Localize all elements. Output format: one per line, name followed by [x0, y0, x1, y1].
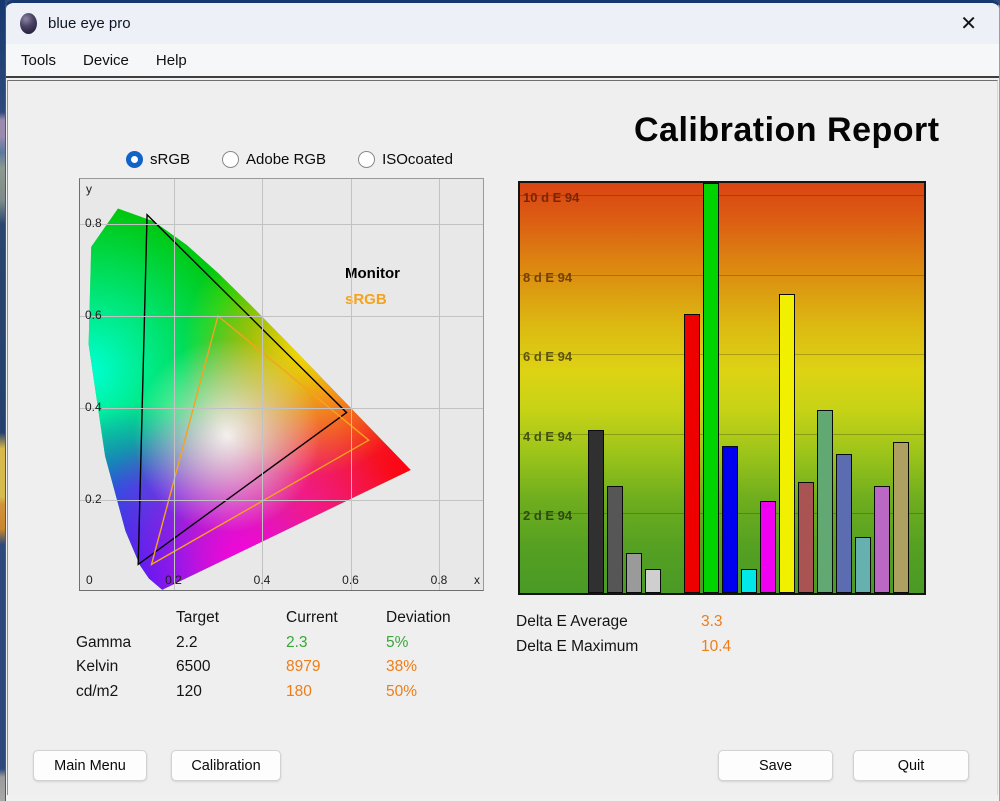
- radio-srgb[interactable]: sRGB: [126, 151, 190, 168]
- stats-row-label: cd/m2: [76, 683, 176, 701]
- menubar: Tools Device Help: [6, 44, 999, 78]
- cie-gridline-y: [80, 408, 483, 409]
- bar-patch-5: [684, 314, 700, 593]
- bar-patch-16: [893, 442, 909, 593]
- stats-target-value: 2.2: [176, 634, 286, 652]
- menu-item-help[interactable]: Help: [156, 52, 187, 69]
- close-icon[interactable]: ✕: [952, 12, 985, 36]
- stats-row-label: Gamma: [76, 634, 176, 652]
- cie-y-tick-label: 0.2: [85, 492, 102, 506]
- cie-horseshoe-graphic: [85, 178, 484, 591]
- stats-current-value: 180: [286, 683, 386, 701]
- bar-chart-gridline: [520, 354, 924, 355]
- radio-label: sRGB: [150, 151, 190, 168]
- bar-patch-14: [855, 537, 871, 593]
- cie-gridline-x: [174, 179, 175, 590]
- bar-patch-13: [836, 454, 852, 593]
- cie-chromaticity-diagram: Monitor sRGB 0 0.2 0.4 0.6 0.8 0.2 0.4 0.6 0.8 y x: [79, 178, 484, 591]
- stats-col-header: Target: [176, 609, 286, 627]
- delta-e-value: 3.3: [701, 609, 723, 634]
- cie-x-axis-letter: x: [474, 573, 480, 587]
- profile-selector: sRGB Adobe RGB ISOcoated: [126, 151, 453, 168]
- bar-chart-gridline-label: 8 d E 94: [523, 270, 572, 285]
- delta-e-row: Delta E Average3.3: [516, 609, 731, 634]
- bar-patch-4: [645, 569, 661, 593]
- report-title: Calibration Report: [634, 111, 979, 150]
- bar-patch-7: [722, 446, 738, 593]
- delta-e-summary: Delta E Average3.3Delta E Maximum10.4: [516, 609, 731, 659]
- bar-chart-gridline: [520, 275, 924, 276]
- cie-gridline-y: [80, 316, 483, 317]
- radio-label: ISOcoated: [382, 151, 453, 168]
- cie-x-tick-label: 0.6: [339, 573, 363, 587]
- save-button[interactable]: Save: [718, 750, 833, 781]
- quit-button[interactable]: Quit: [853, 750, 969, 781]
- stats-deviation-value: 50%: [386, 683, 486, 701]
- titlebar: blue eye pro ✕: [6, 3, 999, 44]
- cie-y-tick-label: 0.6: [85, 308, 102, 322]
- cie-x-tick-label: 0.2: [162, 573, 186, 587]
- cie-gridline-y: [80, 500, 483, 501]
- delta-e-bar-chart: 10 d E 94 8 d E 94 6 d E 94 4 d E 94 2 d E 9…: [518, 181, 926, 595]
- measurement-table: TargetCurrentDeviation Gamma2.22.35% Kelvi…: [76, 606, 486, 704]
- radio-unselected-icon: [358, 151, 375, 168]
- cie-gridline-x: [262, 179, 263, 590]
- bar-chart-gridline: [520, 195, 924, 196]
- cie-x-tick-label: 0: [86, 573, 93, 587]
- cie-y-axis-letter: y: [86, 182, 92, 196]
- menu-item-tools[interactable]: Tools: [21, 52, 56, 69]
- delta-e-label: Delta E Average: [516, 609, 701, 634]
- cie-gridline-x: [351, 179, 352, 590]
- app-window: blue eye pro ✕ Tools Device Help sRGB Adobe…: [5, 0, 1000, 801]
- bar-chart-gridline-label: 10 d E 94: [523, 190, 579, 205]
- cie-x-tick-label: 0.8: [427, 573, 451, 587]
- bar-patch-9: [760, 501, 776, 593]
- delta-e-row: Delta E Maximum10.4: [516, 634, 731, 659]
- main-menu-button[interactable]: Main Menu: [33, 750, 147, 781]
- cie-gridline-x: [439, 179, 440, 590]
- cie-y-tick-label: 0.4: [85, 400, 102, 414]
- gamut-legend: Monitor sRGB: [345, 261, 400, 313]
- stats-deviation-value: 5%: [386, 634, 486, 652]
- radio-adobe-rgb[interactable]: Adobe RGB: [222, 151, 326, 168]
- cie-y-tick-label: 0.8: [85, 216, 102, 230]
- radio-isocoated[interactable]: ISOcoated: [358, 151, 453, 168]
- bar-patch-1: [588, 430, 604, 593]
- bar-chart-gridline-label: 4 d E 94: [523, 429, 572, 444]
- stats-col-header: Deviation: [386, 609, 486, 627]
- window-title: blue eye pro: [48, 15, 131, 32]
- bar-patch-15: [874, 486, 890, 593]
- cie-gridline-y: [80, 224, 483, 225]
- radio-selected-icon: [126, 151, 143, 168]
- radio-unselected-icon: [222, 151, 239, 168]
- bar-chart-gridline-label: 2 d E 94: [523, 508, 572, 523]
- legend-monitor-label: Monitor: [345, 261, 400, 287]
- stats-target-value: 120: [176, 683, 286, 701]
- bar-patch-2: [607, 486, 623, 593]
- bar-patch-8: [741, 569, 757, 593]
- bar-chart-gridline-label: 6 d E 94: [523, 349, 572, 364]
- stats-target-value: 6500: [176, 658, 286, 676]
- delta-e-value: 10.4: [701, 634, 731, 659]
- bar-patch-6: [703, 183, 719, 593]
- app-icon: [20, 13, 37, 34]
- stats-current-value: 8979: [286, 658, 386, 676]
- bar-patch-11: [798, 482, 814, 593]
- calibration-button[interactable]: Calibration: [171, 750, 281, 781]
- radio-label: Adobe RGB: [246, 151, 326, 168]
- stats-row-label: Kelvin: [76, 658, 176, 676]
- stats-current-value: 2.3: [286, 634, 386, 652]
- delta-e-label: Delta E Maximum: [516, 634, 701, 659]
- stats-col-header: Current: [286, 609, 386, 627]
- menu-item-device[interactable]: Device: [83, 52, 129, 69]
- bar-patch-3: [626, 553, 642, 593]
- legend-srgb-label: sRGB: [345, 287, 400, 313]
- bar-patch-10: [779, 294, 795, 593]
- cie-x-tick-label: 0.4: [250, 573, 274, 587]
- stats-deviation-value: 38%: [386, 658, 486, 676]
- bar-chart-gridline: [520, 434, 924, 435]
- bar-patch-12: [817, 410, 833, 593]
